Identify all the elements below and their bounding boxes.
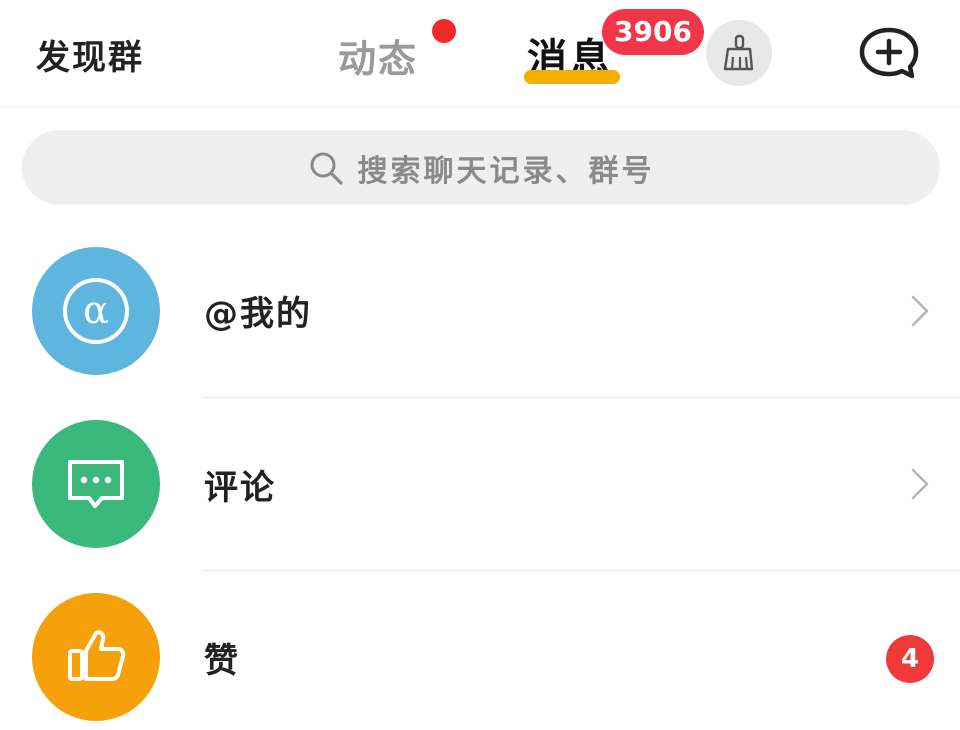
chevron-right-icon bbox=[911, 468, 929, 500]
list-item-likes[interactable]: 赞 bbox=[0, 571, 960, 730]
comments-avatar bbox=[32, 420, 160, 548]
unread-dot bbox=[432, 19, 456, 43]
tab-dynamic[interactable]: 动态 bbox=[338, 28, 418, 83]
list-item-label: @我的 bbox=[204, 294, 312, 334]
broom-icon bbox=[723, 34, 754, 71]
clear-unread-button[interactable] bbox=[706, 20, 772, 86]
search-bar[interactable]: 搜索聊天记录、群号 bbox=[22, 130, 940, 205]
discover-groups-link[interactable]: 发现群 bbox=[36, 30, 144, 79]
add-chat-icon bbox=[859, 27, 919, 79]
message-count-badge: 3906 bbox=[602, 9, 704, 55]
list-item-label: 赞 bbox=[204, 641, 240, 681]
list-item-label: 评论 bbox=[204, 468, 276, 508]
search-placeholder: 搜索聊天记录、群号 bbox=[357, 153, 655, 189]
search-icon bbox=[310, 152, 343, 185]
thumbs-up-icon bbox=[68, 630, 126, 681]
comment-icon bbox=[68, 460, 124, 508]
top-bar: 发现群 动态 消息 3906 bbox=[0, 0, 960, 108]
list-item-mentions[interactable]: α @我的 bbox=[0, 224, 960, 398]
active-tab-indicator bbox=[524, 70, 620, 84]
likes-count-badge: 4 bbox=[886, 635, 934, 683]
list-item-comments[interactable]: 评论 bbox=[0, 398, 960, 572]
at-icon: α bbox=[63, 278, 129, 344]
likes-avatar bbox=[32, 593, 160, 721]
svg-text:α: α bbox=[83, 288, 109, 332]
new-chat-button[interactable] bbox=[856, 26, 922, 82]
chevron-right-icon bbox=[911, 295, 929, 327]
mentions-avatar: α bbox=[32, 247, 160, 375]
